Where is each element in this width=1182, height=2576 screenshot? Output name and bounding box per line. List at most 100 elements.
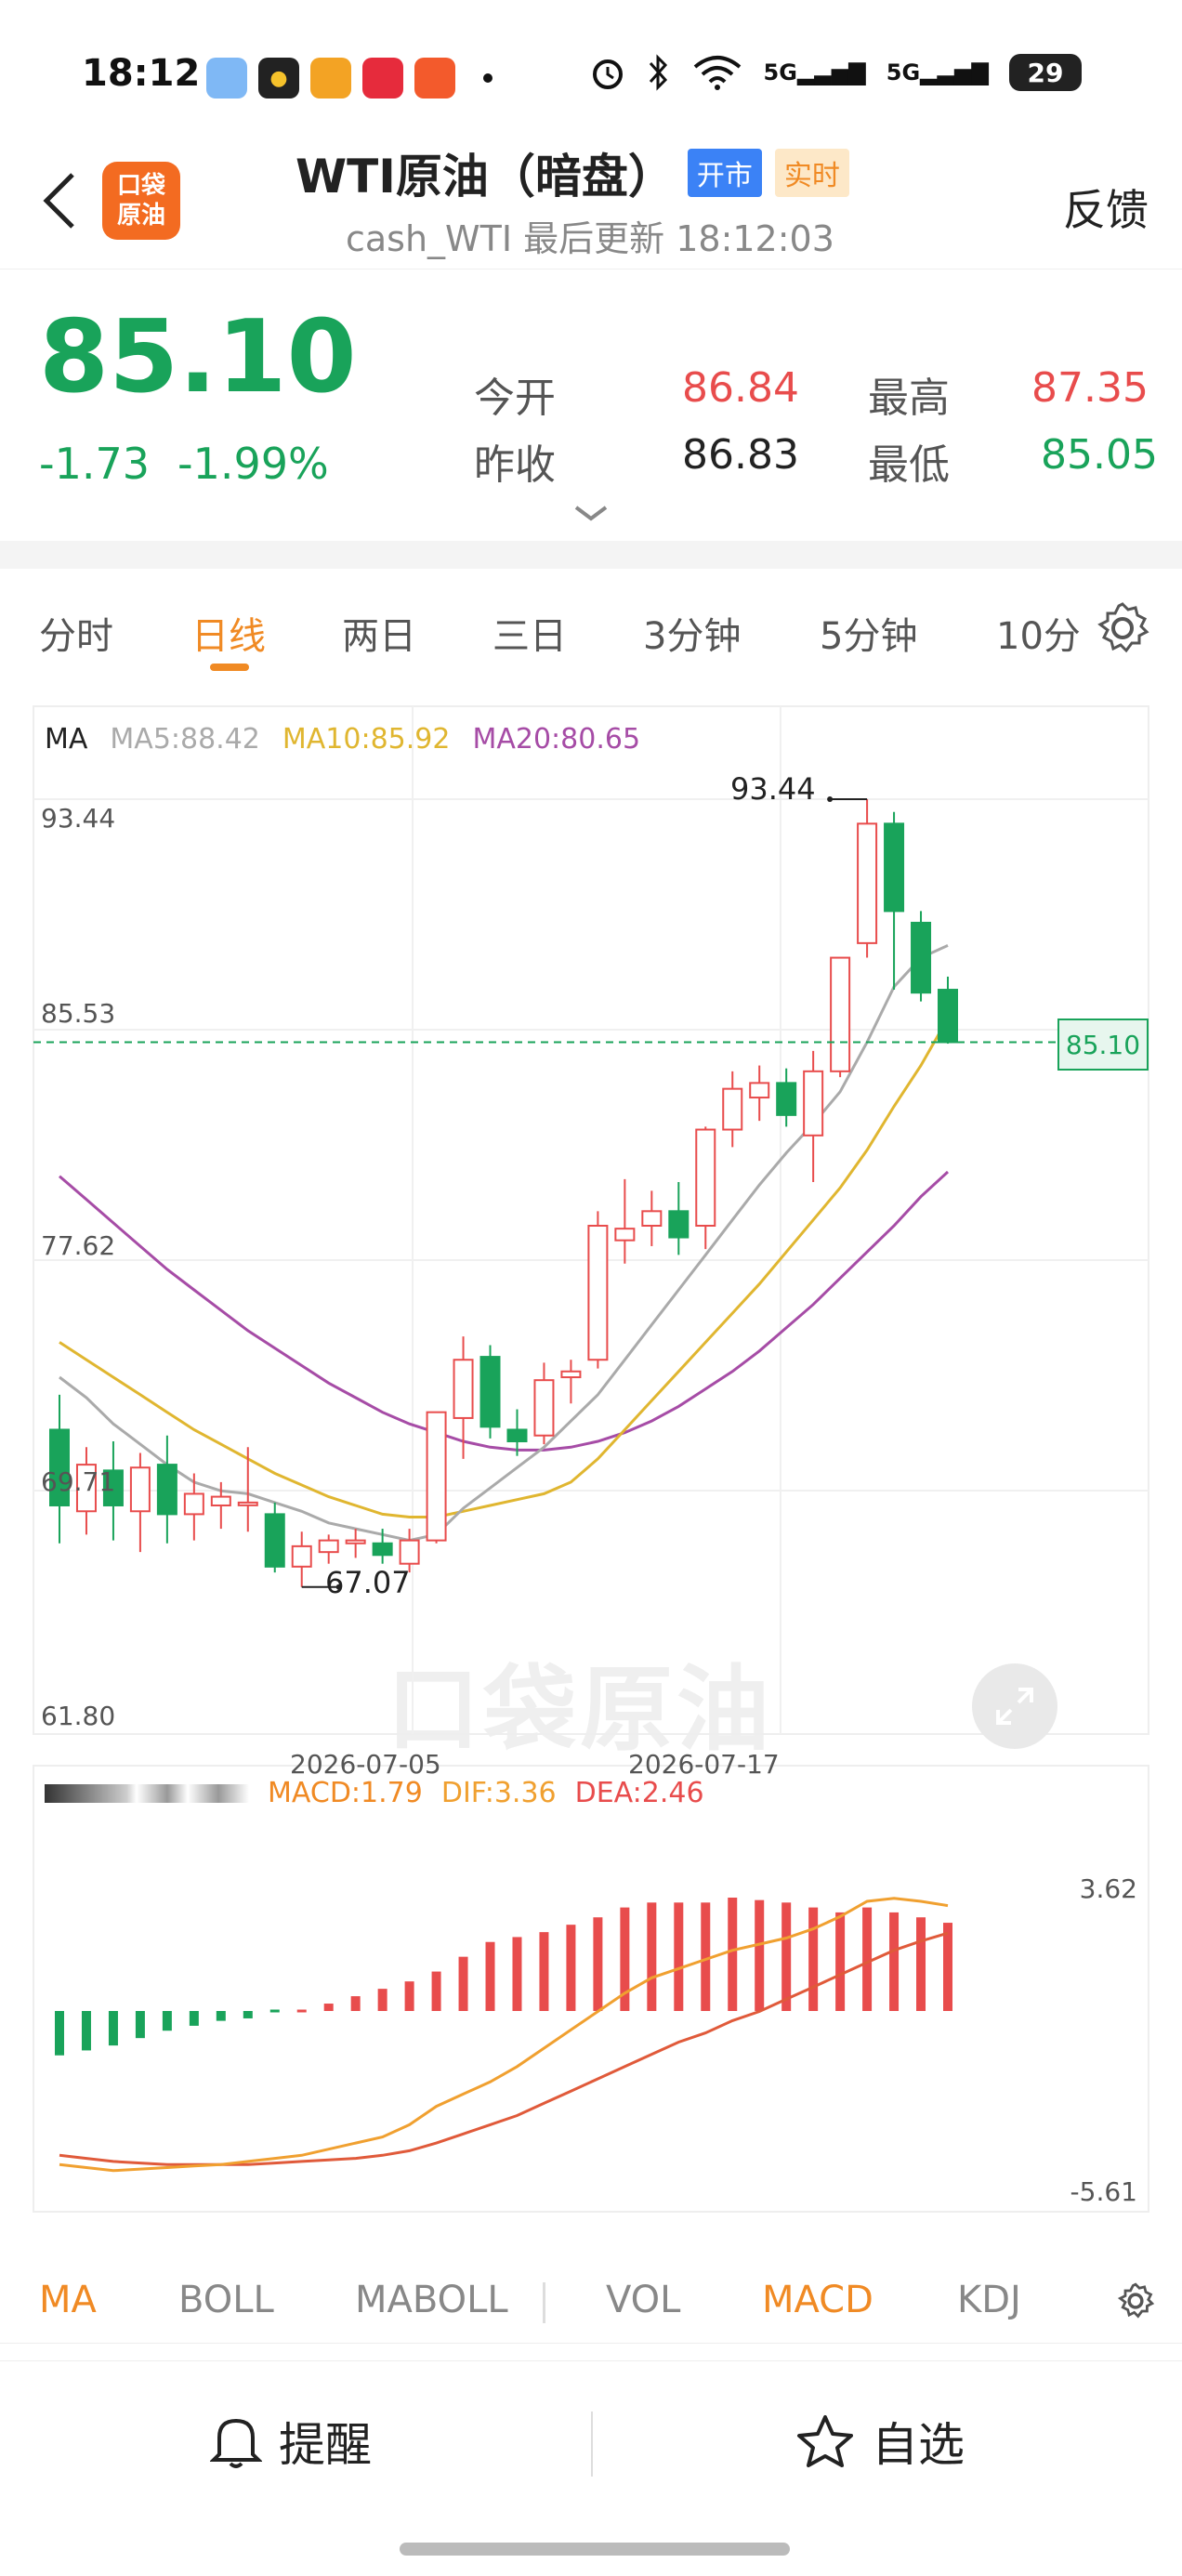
macd-value: MACD:1.79 (268, 1777, 423, 1809)
title-row: WTI原油（暗盘） 开市 实时 (296, 139, 849, 206)
macd-histogram-bar (808, 1907, 819, 2011)
home-indicator[interactable] (400, 2543, 790, 2556)
tab-3min[interactable]: 3分钟 (643, 606, 741, 660)
macd-legend: MACD:1.79 DIF:3.36 DEA:2.46 (45, 1777, 704, 1809)
candle-body (399, 1539, 420, 1565)
change-value: -1.73 (39, 439, 151, 489)
bell-icon (210, 2418, 262, 2468)
macd-histogram-bar (862, 1907, 873, 2011)
active-tab-indicator (210, 664, 249, 671)
xiaohongshu-app-icon (362, 58, 403, 99)
macd-histogram-bar (377, 1989, 387, 2011)
ma5-value: MA5:88.42 (110, 723, 260, 756)
macd-histogram-bar (350, 1996, 361, 2011)
indicator-boll[interactable]: BOLL (178, 2279, 274, 2321)
macd-histogram-bar (458, 1956, 468, 2011)
macd-histogram-bar (728, 1898, 738, 2011)
back-icon[interactable] (33, 164, 89, 238)
macd-y-top: 3.62 (1079, 1873, 1137, 1904)
indicator-kdj[interactable]: KDJ (957, 2279, 1021, 2321)
tab-two-day[interactable]: 两日 (342, 606, 416, 660)
macd-histogram-bar (755, 1899, 765, 2011)
macd-histogram-bar (647, 1902, 657, 2011)
price-change: -1.73 -1.99% (39, 439, 329, 489)
y-tick-label: 69.71 (41, 1466, 116, 1497)
fullscreen-button[interactable] (972, 1663, 1057, 1749)
tab-daily[interactable]: 日线 (191, 606, 266, 660)
ma5-line (59, 944, 949, 1543)
wifi-icon (693, 56, 741, 90)
indicator-tabs: MA BOLL MABOLL VOL MACD KDJ (0, 2260, 1182, 2344)
gear-icon[interactable] (1093, 598, 1152, 658)
alert-button[interactable]: 提醒 (210, 2408, 372, 2475)
tab-intraday[interactable]: 分时 (39, 606, 113, 660)
macd-histogram-bar (916, 1917, 926, 2011)
prev-close-label: 昨收 (474, 441, 556, 489)
candle-body (453, 1359, 474, 1419)
low-value: 85.05 (1041, 431, 1158, 479)
weather-app-icon (206, 58, 247, 99)
prev-close-value: 86.83 (682, 431, 799, 479)
indicator-ma[interactable]: MA (39, 2279, 97, 2321)
open-label: 今开 (474, 375, 556, 422)
candle-body (857, 822, 878, 944)
candle-body (938, 989, 958, 1044)
macd-histogram-bar (701, 1902, 711, 2011)
expand-icon (996, 1688, 1033, 1725)
current-price: 85.10 (39, 299, 357, 415)
candle-body (183, 1492, 204, 1516)
chart-frame (33, 705, 1149, 1735)
x-tick-label: 2026-07-17 (628, 1749, 780, 1780)
indicator-maboll[interactable]: MABOLL (355, 2279, 508, 2321)
macd-histogram-bar (81, 2011, 91, 2051)
candle-body (695, 1128, 716, 1228)
macd-histogram-bar (566, 1925, 576, 2011)
ma20-value: MA20:80.65 (472, 723, 641, 756)
watchlist-button[interactable]: 自选 (795, 2408, 965, 2475)
x-tick-label: 2026-07-05 (290, 1749, 441, 1780)
macd-histogram-bar (404, 1981, 414, 2011)
candle-body (749, 1082, 770, 1099)
min-price-annotation: 67.07 (325, 1565, 411, 1600)
indicator-macd[interactable]: MACD (762, 2279, 873, 2321)
open-value: 86.84 (682, 364, 799, 412)
candle-body (641, 1210, 663, 1228)
feedback-button[interactable]: 反馈 (1063, 177, 1149, 238)
y-tick-label: 77.62 (41, 1230, 116, 1261)
quote-stats: 今开 86.84 最高 87.35 昨收 86.83 最低 85.05 (474, 364, 1158, 513)
macd-histogram-bar (135, 2011, 145, 2039)
ma20-line (59, 1170, 950, 1452)
candle-body (911, 921, 932, 994)
system-status: 5G▂▃▅▇ 5G▂▃▅▇ 29 (589, 54, 1082, 91)
candle-body (884, 822, 905, 913)
battery-icon: 29 (1009, 54, 1082, 91)
dea-value: DEA:2.46 (574, 1777, 704, 1809)
notification-icons: ● (206, 58, 492, 99)
tab-three-day[interactable]: 三日 (492, 606, 567, 660)
tab-10min[interactable]: 10分 (996, 606, 1081, 660)
ma10-value: MA10:85.92 (282, 723, 451, 756)
chevron-down-icon[interactable] (571, 502, 611, 524)
more-notifications-icon (483, 73, 492, 83)
low-label: 最低 (868, 441, 950, 489)
alarm-icon (592, 59, 623, 89)
tab-5min[interactable]: 5分钟 (820, 606, 917, 660)
macd-histogram-bar (889, 1912, 900, 2011)
indicator-vol[interactable]: VOL (606, 2279, 680, 2321)
macd-histogram-bar (539, 1932, 549, 2011)
macd-histogram-bar (485, 1941, 495, 2011)
signal-5g-icon-1: 5G▂▃▅▇ (763, 59, 866, 85)
high-value: 87.35 (1031, 364, 1149, 412)
candle-body (426, 1411, 447, 1542)
candle-body (506, 1428, 528, 1443)
indicator-gear-icon[interactable] (1115, 2280, 1156, 2321)
macd-frame (33, 1765, 1149, 2213)
max-leader-dot (827, 796, 834, 802)
signal-5g-icon-2: 5G▂▃▅▇ (886, 59, 989, 85)
candle-body (345, 1539, 366, 1544)
kline-chart[interactable]: 口袋原油 MA MA5:88.42 MA10:85.92 MA20:80.65 … (0, 688, 1182, 2213)
candle-body (210, 1495, 231, 1506)
macd-histogram-bar (835, 1912, 846, 2011)
y-tick-label: 93.44 (41, 803, 116, 834)
bottom-action-bar: 提醒 自选 (0, 2360, 1182, 2537)
